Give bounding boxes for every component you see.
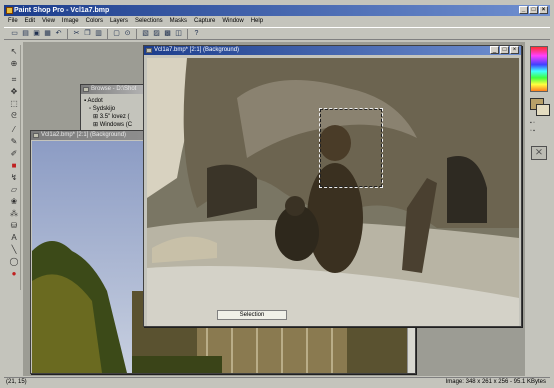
cut-icon[interactable]: ✂: [72, 29, 81, 38]
selection-icon[interactable]: ⬚: [9, 99, 19, 109]
app-icon[interactable]: [6, 7, 13, 14]
image-window-front[interactable]: Vcl1a7.bmp* [2:1] (Background) _ □ × Sel…: [143, 45, 522, 327]
image-tooltip: Selection: [217, 310, 287, 320]
airbrush-icon[interactable]: ⁂: [9, 209, 19, 219]
image-window-front-title: Vcl1a7.bmp* [2:1] (Background): [154, 47, 240, 53]
image-window-back-title: Vcl1a2.bmp* [2:1] (Background): [41, 132, 127, 138]
bear-image: [147, 58, 519, 326]
folder-tree[interactable]: ▪ Acdot ▫ Sydskijo ⊞ 3.5" lovez ( ⊞ Wind…: [84, 97, 132, 129]
eraser-icon[interactable]: ▱: [9, 185, 19, 195]
background-color-swatch[interactable]: [536, 104, 550, 116]
histogram-icon[interactable]: ▨: [152, 29, 161, 38]
tool-palette: ↖ ⊕ ⌗ ✥ ⬚ ᘓ ⁄ ✎ ✐ ■ ↯ ▱ ❀ ⁂ ⛁ A ╲ ◯ ●: [7, 45, 21, 290]
open-icon[interactable]: ▤: [21, 29, 30, 38]
menu-bar: File Edit View Image Colors Layers Selec…: [4, 17, 550, 26]
browse-window-titlebar[interactable]: Browse - D:\Shot: [81, 85, 151, 94]
tree-item[interactable]: ⊞ Windows (C: [84, 121, 132, 129]
help-icon[interactable]: ?: [192, 29, 201, 38]
window-icon: [146, 48, 152, 53]
layers-icon[interactable]: ◫: [174, 29, 183, 38]
menu-edit[interactable]: Edit: [25, 17, 35, 26]
color-replacer-icon[interactable]: ■: [9, 161, 19, 171]
toolbar-separator: [187, 28, 188, 39]
toolbar-separator: [136, 28, 137, 39]
menu-help[interactable]: Help: [251, 17, 263, 26]
palette-icon[interactable]: ▩: [163, 29, 172, 38]
minimize-button[interactable]: _: [490, 46, 499, 54]
flood-fill-icon[interactable]: ⛁: [9, 221, 19, 231]
image-info: Image: 348 x 261 x 256 - 95.1 KBytes: [445, 379, 546, 385]
mask-icon[interactable]: ●: [9, 269, 19, 279]
lasso-icon[interactable]: ᘓ: [9, 111, 19, 121]
close-button[interactable]: ×: [539, 6, 548, 14]
menu-masks[interactable]: Masks: [170, 17, 187, 26]
app-title: Paint Shop Pro - Vcl1a7.bmp: [14, 7, 110, 14]
undo-icon[interactable]: ↶: [54, 29, 63, 38]
bear-photo-canvas[interactable]: Selection: [147, 58, 519, 326]
close-button[interactable]: ×: [510, 46, 519, 54]
menu-capture[interactable]: Capture: [194, 17, 215, 26]
swap-colors-icon[interactable]: ⨯: [531, 146, 547, 160]
toolbar-separator: [107, 28, 108, 39]
menu-selections[interactable]: Selections: [135, 17, 163, 26]
menu-window[interactable]: Window: [222, 17, 243, 26]
status-bar: (21, 15) Image: 348 x 261 x 256 - 95.1 K…: [4, 377, 550, 386]
line-tool-icon[interactable]: ╲: [9, 245, 19, 255]
move-icon[interactable]: ✥: [9, 87, 19, 97]
window-icon: [83, 87, 89, 92]
print-icon[interactable]: ▦: [43, 29, 52, 38]
app-titlebar[interactable]: Paint Shop Pro - Vcl1a7.bmp _ □ ×: [4, 5, 550, 16]
save-icon[interactable]: ▣: [32, 29, 41, 38]
tree-item[interactable]: ▪ Acdot: [84, 97, 132, 105]
clone-icon[interactable]: ✐: [9, 149, 19, 159]
minimize-button[interactable]: _: [519, 6, 528, 14]
new-icon[interactable]: ▭: [10, 29, 19, 38]
maximize-button[interactable]: □: [500, 46, 509, 54]
browse-icon[interactable]: ▧: [141, 29, 150, 38]
window-icon: [33, 133, 39, 138]
browse-window-title: Browse - D:\Shot: [91, 86, 137, 92]
toolbar-separator: [67, 28, 68, 39]
select-arrow-icon[interactable]: ↖: [9, 47, 19, 57]
cursor-coordinates: (21, 15): [6, 379, 27, 385]
menu-view[interactable]: View: [42, 17, 55, 26]
paint-shop-pro-app: Paint Shop Pro - Vcl1a7.bmp _ □ × File E…: [0, 0, 554, 388]
texture-indicator: ▫ ▪: [530, 128, 535, 134]
paintbrush-icon[interactable]: ✎: [9, 137, 19, 147]
maximize-button[interactable]: □: [529, 6, 538, 14]
menu-image[interactable]: Image: [62, 17, 79, 26]
retouch-icon[interactable]: ↯: [9, 173, 19, 183]
picture-tube-icon[interactable]: ❀: [9, 197, 19, 207]
capture-icon[interactable]: ▢: [112, 29, 121, 38]
style-indicator: ▪ ▫: [530, 120, 535, 126]
crop-icon[interactable]: ⌗: [9, 75, 19, 85]
color-picker[interactable]: [530, 46, 548, 92]
menu-layers[interactable]: Layers: [110, 17, 128, 26]
tree-item[interactable]: ▫ Sydskijo: [84, 105, 132, 113]
text-tool-icon[interactable]: A: [9, 233, 19, 243]
image-window-front-titlebar[interactable]: Vcl1a7.bmp* [2:1] (Background) _ □ ×: [144, 46, 521, 55]
zoom-tool-icon[interactable]: ⊕: [9, 59, 19, 69]
paste-icon[interactable]: ▥: [94, 29, 103, 38]
zoom-icon[interactable]: ⊙: [123, 29, 132, 38]
menu-file[interactable]: File: [8, 17, 18, 26]
marquee-selection[interactable]: [319, 108, 383, 188]
shape-tool-icon[interactable]: ◯: [9, 257, 19, 267]
menu-colors[interactable]: Colors: [86, 17, 103, 26]
main-toolbar: ▭ ▤ ▣ ▦ ↶ ✂ ❐ ▥ ▢ ⊙ ▧ ▨ ▩ ◫ ?: [4, 27, 550, 40]
copy-icon[interactable]: ❐: [83, 29, 92, 38]
color-palette-panel: ▪ ▫ ▫ ▪ ⨯: [526, 42, 554, 376]
tree-item[interactable]: ⊞ 3.5" lovez (: [84, 113, 132, 121]
eyedropper-icon[interactable]: ⁄: [9, 125, 19, 135]
